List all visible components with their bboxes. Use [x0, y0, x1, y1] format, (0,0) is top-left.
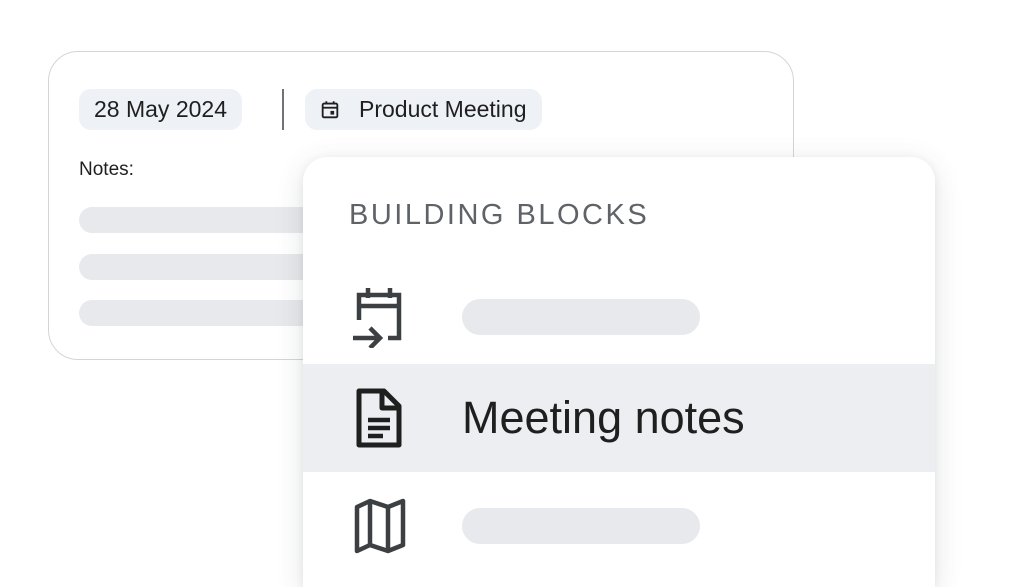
notes-placeholder-line — [79, 254, 319, 280]
calendar-event-icon — [321, 100, 339, 118]
menu-heading: BUILDING BLOCKS — [349, 199, 650, 231]
menu-item-placeholder-bar — [462, 299, 700, 335]
menu-item-meeting-notes[interactable]: Meeting notes — [303, 364, 935, 472]
chip-divider — [282, 89, 284, 130]
date-chip-label: 28 May 2024 — [94, 96, 227, 122]
menu-item-map[interactable] — [303, 472, 935, 580]
notes-placeholder-line — [79, 300, 319, 326]
event-chip-label: Product Meeting — [359, 96, 527, 122]
notes-placeholder-line — [79, 207, 319, 233]
date-chip[interactable]: 28 May 2024 — [79, 89, 242, 130]
calendar-import-icon — [353, 288, 402, 348]
menu-item-placeholder-bar — [462, 508, 700, 544]
notes-label: Notes: — [79, 159, 134, 180]
menu-item-label: Meeting notes — [462, 392, 745, 443]
event-chip[interactable]: Product Meeting — [305, 89, 543, 130]
document-icon — [356, 388, 402, 448]
menu-item-calendar-event[interactable] — [303, 263, 935, 371]
map-icon — [354, 498, 406, 554]
building-blocks-menu: BUILDING BLOCKS Meeting notes — [303, 157, 935, 587]
